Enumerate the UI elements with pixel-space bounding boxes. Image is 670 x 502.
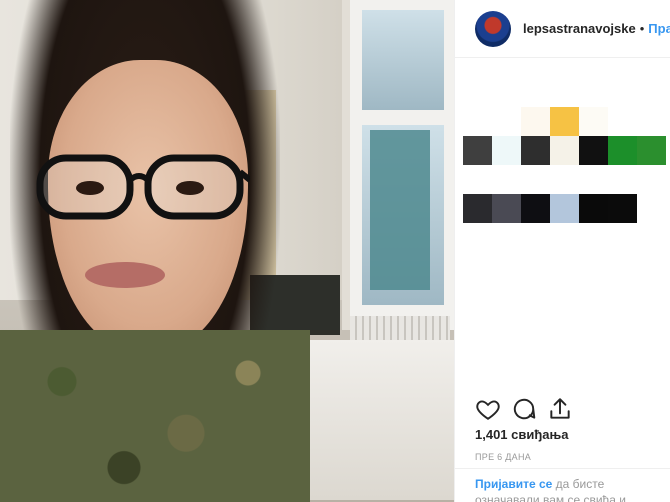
username-link[interactable]: lepsastranavojske <box>523 21 636 36</box>
mosaic-cell <box>579 194 608 223</box>
mosaic-cell <box>608 107 637 136</box>
mosaic-cell <box>637 78 666 107</box>
login-link[interactable]: Пријавите се <box>475 477 552 491</box>
mosaic-cell <box>463 78 492 107</box>
photo-camouflage-uniform <box>0 330 310 502</box>
mosaic-cell <box>608 78 637 107</box>
mosaic-cell <box>550 107 579 136</box>
divider <box>455 468 670 469</box>
mosaic-cell <box>579 107 608 136</box>
mosaic-cell <box>492 136 521 165</box>
mosaic-cell <box>463 107 492 136</box>
comment-icon[interactable] <box>511 396 537 422</box>
avatar[interactable] <box>475 10 511 47</box>
photo-window <box>342 0 454 330</box>
caption-pixelated <box>463 78 670 223</box>
mosaic-cell <box>608 194 637 223</box>
mosaic-cell <box>579 78 608 107</box>
mosaic-row <box>463 194 670 223</box>
mosaic-row <box>463 136 670 165</box>
likes-count[interactable]: 1,401 свиђања <box>475 427 569 442</box>
heart-icon[interactable] <box>475 396 501 422</box>
mosaic-cell <box>521 165 550 194</box>
mosaic-cell <box>550 136 579 165</box>
share-icon[interactable] <box>547 396 573 422</box>
mosaic-cell <box>492 78 521 107</box>
mosaic-cell <box>608 165 637 194</box>
photo-lips <box>85 262 165 288</box>
mosaic-cell <box>492 194 521 223</box>
mosaic-cell <box>637 107 666 136</box>
header-separator: • <box>639 21 645 36</box>
mosaic-cell <box>521 107 550 136</box>
mosaic-cell <box>579 165 608 194</box>
mosaic-cell <box>550 194 579 223</box>
photo-glasses <box>36 154 250 220</box>
mosaic-cell <box>463 136 492 165</box>
post-timestamp[interactable]: ПРЕ 6 ДАНА <box>475 452 531 462</box>
mosaic-row <box>463 78 670 107</box>
mosaic-cell <box>492 107 521 136</box>
post-photo[interactable] <box>0 0 454 502</box>
mosaic-row <box>463 107 670 136</box>
action-bar <box>475 396 655 422</box>
mosaic-cell <box>637 194 666 223</box>
mosaic-cell <box>550 78 579 107</box>
post-header: lepsastranavojske • Прати <box>455 0 670 58</box>
mosaic-cell <box>579 136 608 165</box>
mosaic-cell <box>550 165 579 194</box>
mosaic-cell <box>521 78 550 107</box>
mosaic-cell <box>463 194 492 223</box>
mosaic-cell <box>637 136 666 165</box>
mosaic-cell <box>521 136 550 165</box>
mosaic-cell <box>637 165 666 194</box>
post-sidebar: lepsastranavojske • Прати 1,401 свиђања … <box>454 0 670 502</box>
mosaic-cell <box>521 194 550 223</box>
mosaic-cell <box>463 165 492 194</box>
mosaic-cell <box>492 165 521 194</box>
mosaic-cell <box>608 136 637 165</box>
follow-button[interactable]: Прати <box>648 21 670 36</box>
mosaic-row <box>463 165 670 194</box>
login-prompt: Пријавите се да бисте означавали вам се … <box>475 476 670 502</box>
